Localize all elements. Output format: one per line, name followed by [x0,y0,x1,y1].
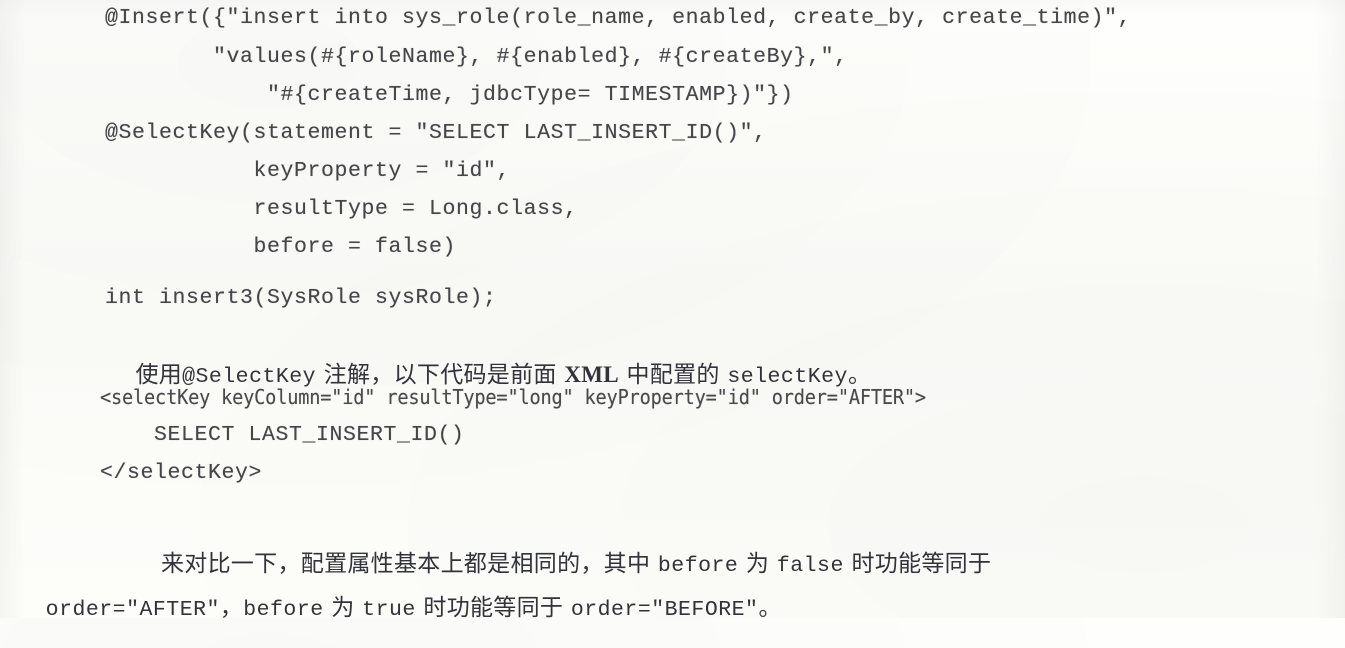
prose-segment: 。 [758,595,782,621]
prose-segment-mono: before [243,598,324,622]
code-line: keyProperty = "id", [105,159,511,183]
code-line: <selectKey keyColumn="id" resultType="lo… [100,385,926,409]
code-line: before = false) [105,235,457,259]
paragraph-line: order="AFTER"，before 为 true 时功能等同于 order… [0,562,782,648]
prose-segment-mono: true [362,598,416,622]
prose-segment: 时功能等同于 [415,595,571,621]
code-line: "values(#{roleName}, #{enabled}, #{creat… [105,45,848,69]
code-line: SELECT LAST_INSERT_ID() [100,423,465,447]
prose-segment: 为 [323,595,363,621]
prose-segment-mono: order="AFTER" [45,598,220,622]
prose-segment-mono: false [776,554,844,578]
scanned-page: @Insert({"insert into sys_role(role_name… [0,0,1345,622]
code-line: @SelectKey(statement = "SELECT LAST_INSE… [105,121,767,145]
code-line: </selectKey> [100,461,263,485]
code-line: resultType = Long.class, [105,197,578,221]
prose-segment-mono: order="BEFORE" [570,598,759,622]
prose-segment: 时功能等同于 [843,551,992,577]
prose-segment: ， [219,595,244,621]
code-line: "#{createTime, jdbcType= TIMESTAMP})"}) [105,83,794,107]
code-line: int insert3(SysRole sysRole); [105,286,497,310]
code-line: @Insert({"insert into sys_role(role_name… [105,6,1132,30]
prose-segment-xml: XML [564,362,619,387]
